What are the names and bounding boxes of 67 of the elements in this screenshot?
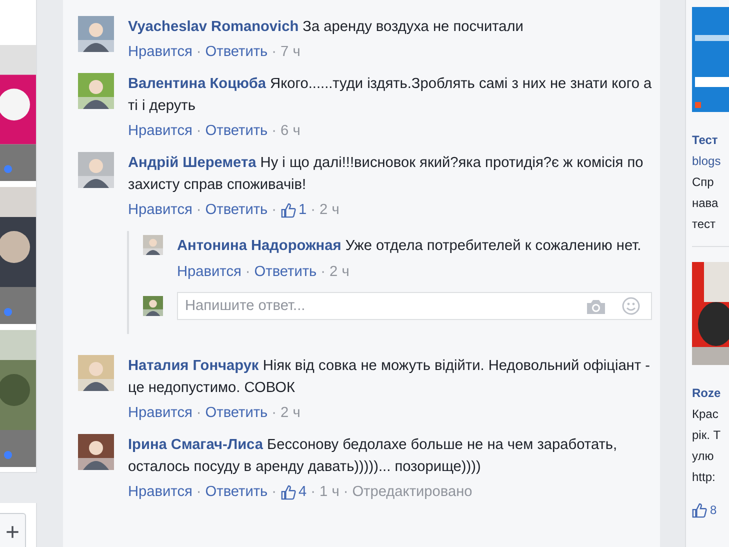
separator-dot: ·	[196, 122, 202, 141]
ad-text: http:	[692, 469, 716, 486]
avatar	[78, 73, 114, 109]
like-link[interactable]: Нравится	[177, 262, 242, 282]
avatar	[78, 434, 114, 470]
edited-label: Отредактировано	[352, 483, 472, 502]
smiley-icon[interactable]	[622, 297, 640, 315]
ad-title[interactable]: Тест	[692, 130, 729, 151]
reply-link[interactable]: Ответить	[254, 262, 317, 282]
avatar	[143, 235, 163, 255]
separator-dot: ·	[320, 263, 326, 282]
separator-dot: ·	[196, 483, 202, 502]
thumbs-up-icon	[692, 503, 707, 518]
avatar	[78, 152, 114, 188]
comment-time: 2 ч	[330, 263, 350, 282]
avatar	[78, 16, 114, 52]
reply-link[interactable]: Ответить	[205, 200, 268, 220]
separator-dot: ·	[310, 483, 316, 502]
like-count: 8	[710, 502, 717, 519]
camera-icon[interactable]	[586, 299, 606, 315]
add-button[interactable]: +	[0, 513, 26, 547]
reply-link[interactable]: Ответить	[205, 121, 268, 141]
avatar	[143, 296, 163, 316]
separator-dot: ·	[272, 483, 277, 502]
like-link[interactable]: Нравится	[128, 403, 192, 423]
like-link[interactable]: Нравится	[128, 42, 192, 62]
comment-time: 1 ч	[320, 483, 340, 502]
separator-dot: ·	[196, 43, 202, 62]
like-link[interactable]: Нравится	[128, 200, 192, 220]
ad-domain[interactable]: blogs	[692, 151, 729, 172]
thumbs-up-icon	[280, 202, 296, 218]
like-link[interactable]: Нравится	[128, 482, 192, 502]
reply-field[interactable]: Напишите ответ...	[177, 292, 652, 320]
ad-text: нава	[692, 195, 720, 212]
ad-text: Спр	[692, 174, 715, 191]
separator-dot: ·	[196, 201, 202, 220]
comment-text: Андрій Шеремета Ну і що далі!!!висновок який?яка протидія?є ж комісія по захисту справ споживачів!	[128, 154, 644, 195]
reply-link[interactable]: Ответить	[205, 403, 268, 423]
reply-link[interactable]: Ответить	[205, 482, 268, 502]
separator-dot: ·	[272, 43, 277, 62]
thumbs-up-icon	[280, 484, 296, 500]
comment-time: 7 ч	[280, 43, 300, 62]
ad-title[interactable]: Roze	[692, 383, 729, 404]
comment-text: Валентина Коцюба Якого......туди іздять.Зроблять самі з них не знати кого а ті і деруть	[128, 75, 653, 116]
like-link[interactable]: Нравится	[128, 121, 192, 141]
comment-time: 2 ч	[320, 201, 340, 220]
separator-dot: ·	[272, 201, 277, 220]
separator-dot: ·	[272, 122, 277, 141]
separator-dot: ·	[310, 201, 316, 220]
ad-text: Крас	[692, 406, 720, 423]
comment-text: Наталия Гончарук Ніяк від совка не можуть відійти. Недовольний офіціант - це недопустимо. СОВОК	[128, 357, 651, 398]
like-count: 4	[298, 483, 307, 502]
comment-text: Ірина Смагач-Лиса Бессонову бедолахе больше не на чем заработать, осталось посуду в аренду давать)))))... позорище))))	[128, 436, 618, 477]
comment-text: Vyacheslav Romanovich За аренду воздуха не посчитали	[128, 18, 524, 37]
separator-dot: ·	[343, 483, 348, 502]
separator-dot: ·	[272, 404, 277, 423]
like-count: 1	[298, 201, 307, 220]
comment-time: 2 ч	[280, 404, 300, 423]
ad-text: тест	[692, 216, 717, 233]
reply-link[interactable]: Ответить	[205, 42, 268, 62]
ad-text: рік. Т	[692, 427, 722, 444]
ad-text: улю	[692, 448, 715, 465]
separator-dot: ·	[245, 263, 250, 282]
separator-dot: ·	[196, 404, 202, 423]
avatar	[78, 355, 114, 391]
comment-time: 6 ч	[280, 122, 300, 141]
comment-text: Антонина Надорожная Уже отдела потребителей к сожалению нет.	[177, 237, 642, 256]
